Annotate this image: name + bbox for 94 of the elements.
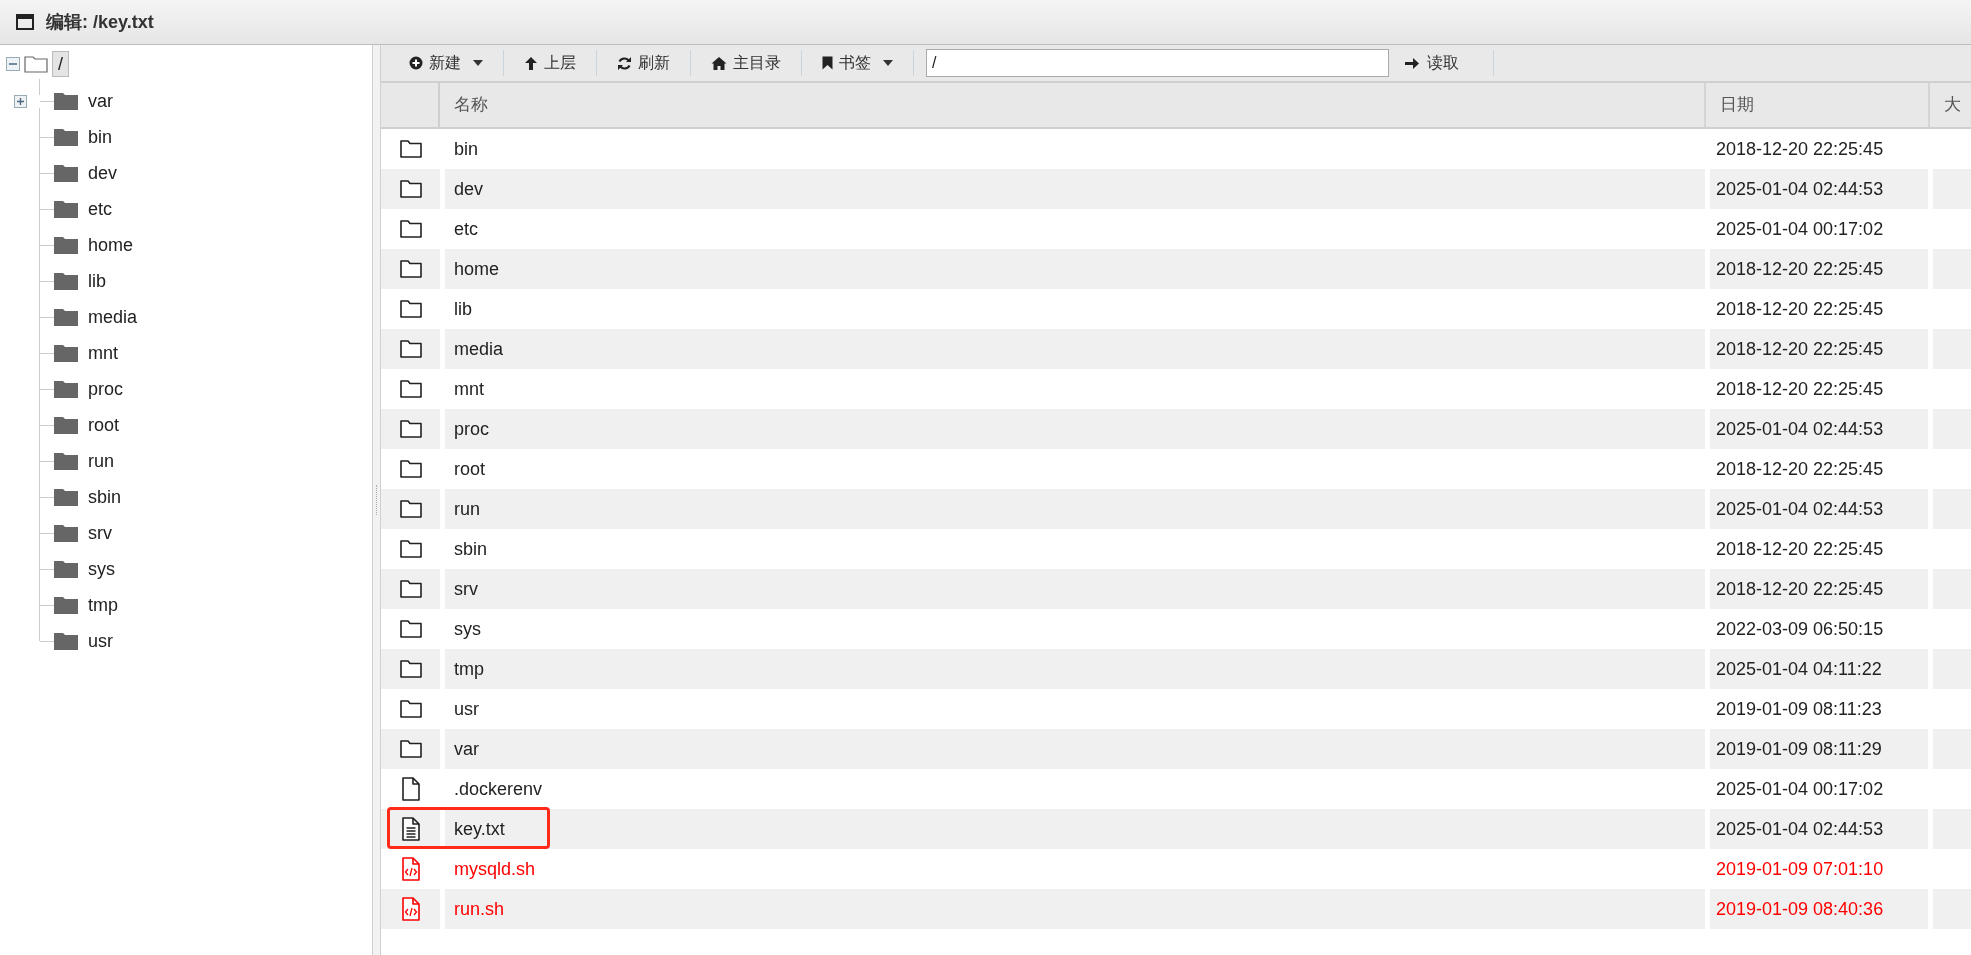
folder-icon bbox=[399, 380, 422, 398]
folder-icon bbox=[54, 488, 78, 506]
read-button[interactable]: 读取 bbox=[1401, 47, 1463, 79]
file-name[interactable]: media bbox=[445, 329, 1705, 369]
file-name[interactable]: srv bbox=[445, 569, 1705, 609]
folder-icon bbox=[54, 380, 78, 398]
folder-icon bbox=[54, 200, 78, 218]
date-cell: 2025-01-04 02:44:53 bbox=[1710, 809, 1928, 849]
tree-item[interactable]: home bbox=[88, 231, 134, 259]
date-cell: 2018-12-20 22:25:45 bbox=[1710, 569, 1928, 609]
tree-item[interactable]: mnt bbox=[88, 339, 118, 367]
file-name[interactable]: dev bbox=[445, 169, 1705, 209]
column-header[interactable]: 名称 bbox=[440, 83, 1706, 127]
file-name[interactable]: key.txt bbox=[445, 809, 1705, 849]
folder-icon bbox=[54, 524, 78, 542]
file-icon bbox=[401, 777, 420, 801]
date-cell: 2025-01-04 02:44:53 bbox=[1710, 409, 1928, 449]
window-title: 编辑: /key.txt bbox=[46, 10, 154, 34]
tree-item[interactable]: dev bbox=[88, 159, 118, 187]
folder-icon bbox=[54, 596, 78, 614]
date-cell: 2019-01-09 08:40:36 bbox=[1710, 889, 1928, 929]
new-button[interactable]: 新建 bbox=[389, 47, 503, 79]
folder-icon bbox=[54, 128, 78, 146]
tree-item[interactable]: tmp bbox=[88, 591, 118, 619]
tree-item[interactable]: sbin bbox=[88, 483, 122, 511]
folder-icon bbox=[399, 340, 422, 358]
text-file-icon bbox=[401, 817, 420, 841]
folder-icon bbox=[399, 140, 422, 158]
plus-circle-icon bbox=[409, 56, 423, 70]
path-field[interactable]: / bbox=[926, 49, 1389, 77]
tree-item[interactable]: usr bbox=[88, 627, 113, 655]
folder-icon bbox=[54, 308, 78, 326]
file-name[interactable]: proc bbox=[445, 409, 1705, 449]
folder-icon bbox=[24, 55, 48, 73]
file-name[interactable]: run bbox=[445, 489, 1705, 529]
folder-icon bbox=[399, 460, 422, 478]
folder-icon bbox=[399, 660, 422, 678]
folder-icon bbox=[54, 344, 78, 362]
refresh-icon bbox=[617, 55, 632, 71]
tree-item[interactable]: srv bbox=[88, 519, 112, 547]
tree-item[interactable]: lib bbox=[88, 267, 106, 295]
tree-item[interactable]: bin bbox=[88, 123, 113, 151]
folder-icon bbox=[399, 180, 422, 198]
code-file-icon bbox=[401, 897, 420, 921]
tree-item[interactable]: etc bbox=[88, 195, 112, 223]
collapse-icon[interactable] bbox=[6, 57, 20, 71]
folder-icon bbox=[399, 620, 422, 638]
bookmarks-button[interactable]: 书签 bbox=[802, 47, 913, 79]
tree-item[interactable]: run bbox=[88, 447, 114, 475]
folder-icon bbox=[399, 260, 422, 278]
date-cell: 2025-01-04 02:44:53 bbox=[1710, 169, 1928, 209]
folder-icon bbox=[399, 740, 422, 758]
tree-item[interactable]: media bbox=[88, 303, 138, 331]
folder-icon bbox=[54, 560, 78, 578]
bookmark-icon bbox=[822, 56, 833, 70]
up-button[interactable]: 上层 bbox=[504, 47, 596, 79]
folder-icon bbox=[399, 700, 422, 718]
date-cell: 2025-01-04 04:11:22 bbox=[1710, 649, 1928, 689]
file-name[interactable]: home bbox=[445, 249, 1705, 289]
home-icon bbox=[711, 56, 727, 70]
tree-item[interactable]: var bbox=[88, 87, 113, 115]
folder-icon bbox=[54, 632, 78, 650]
folder-icon bbox=[54, 164, 78, 182]
date-cell: 2025-01-04 02:44:53 bbox=[1710, 489, 1928, 529]
tree-item[interactable]: proc bbox=[88, 375, 123, 403]
folder-icon bbox=[54, 236, 78, 254]
file-name[interactable]: run.sh bbox=[445, 889, 1705, 929]
folder-icon bbox=[399, 300, 422, 318]
window-icon bbox=[16, 14, 34, 30]
date-cell: 2018-12-20 22:25:45 bbox=[1710, 249, 1928, 289]
folder-icon bbox=[399, 540, 422, 558]
folder-icon bbox=[399, 580, 422, 598]
folder-icon bbox=[399, 500, 422, 518]
file-name[interactable]: tmp bbox=[445, 649, 1705, 689]
arrow-up-icon bbox=[524, 55, 538, 71]
folder-icon bbox=[399, 420, 422, 438]
tree-item[interactable]: root bbox=[88, 411, 120, 439]
home-button[interactable]: 主目录 bbox=[691, 47, 801, 79]
folder-icon bbox=[54, 92, 78, 110]
date-cell: 2019-01-09 08:11:29 bbox=[1710, 729, 1928, 769]
arrow-right-icon bbox=[1405, 56, 1419, 70]
code-file-icon bbox=[401, 857, 420, 881]
file-name[interactable]: var bbox=[445, 729, 1705, 769]
folder-icon bbox=[54, 272, 78, 290]
folder-icon bbox=[54, 452, 78, 470]
tree-item[interactable]: sys bbox=[88, 555, 115, 583]
column-header[interactable]: 日期 bbox=[1706, 83, 1930, 127]
expand-icon[interactable] bbox=[13, 94, 27, 108]
column-header[interactable]: 大 bbox=[1930, 83, 1971, 127]
folder-icon bbox=[399, 220, 422, 238]
folder-icon bbox=[54, 416, 78, 434]
tree-item[interactable]: / bbox=[52, 51, 69, 77]
refresh-button[interactable]: 刷新 bbox=[597, 47, 690, 79]
date-cell: 2018-12-20 22:25:45 bbox=[1710, 329, 1928, 369]
